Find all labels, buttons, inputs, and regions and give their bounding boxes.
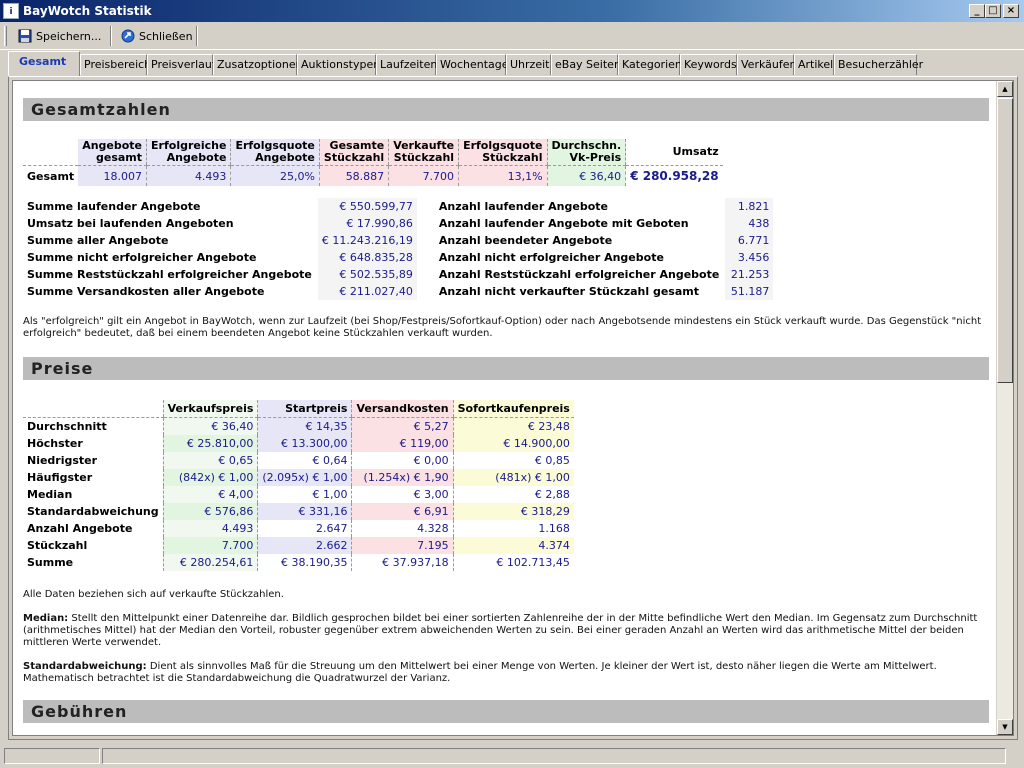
tab-artikel[interactable]: Artikel xyxy=(794,54,834,75)
table-row: Anzahl nicht verkaufter Stückzahl gesamt… xyxy=(435,283,774,300)
table-row: Durchschnitt € 36,40 € 14,35 € 5,27 € 23,48 xyxy=(23,417,574,435)
status-bar xyxy=(0,745,1024,768)
close-label: Schließen xyxy=(139,29,193,43)
toolbar-separator xyxy=(110,26,112,46)
table-row: Summe Versandkosten aller Angebote € 211.… xyxy=(23,283,417,300)
table-cell: 7.700 xyxy=(388,165,459,186)
col-header: Startpreis xyxy=(257,400,352,418)
section-header-gesamtzahlen: Gesamtzahlen xyxy=(23,98,989,121)
table-row: Summe laufender Angebote € 550.599,77 xyxy=(23,198,417,215)
col-header: Durchschn. Vk-Preis xyxy=(546,139,626,166)
status-pane xyxy=(102,748,1006,764)
table-row: Gesamt 18.007 4.493 25,0% 58.887 7.700 1… xyxy=(23,165,723,186)
table-row: Höchster € 25.810,00 € 13.300,00 € 119,00 € … xyxy=(23,434,574,452)
row-label: Gesamt xyxy=(27,169,75,183)
preise-table: Verkaufspreis Startpreis Versandkosten S… xyxy=(23,400,574,571)
tab-content: Gesamtzahlen Angebote gesamt Erfolgreiche… xyxy=(8,76,1018,740)
tab-laufzeiten[interactable]: Laufzeiten xyxy=(376,54,437,75)
save-icon xyxy=(18,29,32,43)
report-document: Gesamtzahlen Angebote gesamt Erfolgreiche… xyxy=(23,98,989,723)
tab-wochentage[interactable]: Wochentage xyxy=(436,54,509,75)
col-header: Gesamte Stückzahl xyxy=(318,139,389,166)
col-header: Versandkosten xyxy=(351,400,454,418)
note-median: Median: Stellt den Mittelpunkt einer Dat… xyxy=(23,612,978,648)
tab-keywords[interactable]: Keywords xyxy=(680,54,737,75)
table-row: Anzahl laufender Angebote 1.821 xyxy=(435,198,774,215)
tab-besucherzaehler[interactable]: Besucherzähler xyxy=(834,54,923,75)
tab-uhrzeit[interactable]: Uhrzeit xyxy=(506,54,551,75)
summary-block: Summe laufender Angebote € 550.599,77 Ums… xyxy=(23,198,989,300)
app-icon: i xyxy=(3,3,19,19)
tab-preisverlauf[interactable]: Preisverlauf xyxy=(147,54,216,75)
status-pane xyxy=(4,748,100,764)
table-row: Anzahl Reststückzahl erfolgreicher Angeb… xyxy=(435,266,774,283)
gesamt-table: Angebote gesamt Erfolgreiche Angebote Erfo… xyxy=(23,139,723,186)
sums-right-table: Anzahl laufender Angebote 1.821 Anzahl la… xyxy=(435,198,774,300)
table-row: Median € 4,00 € 1,00 € 3,00 € 2,88 xyxy=(23,485,574,503)
tab-verkaeufer[interactable]: Verkäufer xyxy=(737,54,794,75)
tab-preisbereich[interactable]: Preisbereich xyxy=(80,54,151,75)
toolbar-grip xyxy=(4,26,7,46)
table-cell: 13,1% xyxy=(458,165,548,186)
minimize-button[interactable]: _ xyxy=(969,4,985,18)
table-row: Umsatz bei laufenden Angeboten € 17.990,8… xyxy=(23,215,417,232)
save-label: Speichern... xyxy=(36,29,102,43)
close-arrow-icon xyxy=(121,29,135,43)
tab-zusatzoptionen[interactable]: Zusatzoptionen xyxy=(213,54,303,75)
table-row: Häufigster (842x) € 1,00 (2.095x) € 1,00 (1… xyxy=(23,468,574,486)
title-bar: i BayWotch Statistik _ □ × xyxy=(0,0,1024,22)
col-header: Angebote gesamt xyxy=(78,139,147,166)
toolbar-separator xyxy=(196,26,198,46)
tab-kategorien[interactable]: Kategorien xyxy=(618,54,682,75)
table-cell: 18.007 xyxy=(78,165,147,186)
table-row: Anzahl Angebote 4.493 2.647 4.328 1.168 xyxy=(23,519,574,537)
note-erfolgreich: Als "erfolgreich" gilt ein Angebot in Ba… xyxy=(23,316,982,339)
col-header: Erfolgsquote Stückzahl xyxy=(458,139,548,166)
maximize-button[interactable]: □ xyxy=(985,4,1001,18)
toolbar: Speichern... Schließen xyxy=(0,22,1024,50)
table-row: Anzahl nicht erfolgreicher Angebote 3.456 xyxy=(435,249,774,266)
scroll-thumb[interactable] xyxy=(997,98,1013,383)
col-header: Verkaufte Stückzahl xyxy=(388,139,459,166)
col-header: Erfolgsquote Angebote xyxy=(230,139,320,166)
note-verkaufte: Alle Daten beziehen sich auf verkaufte S… xyxy=(23,588,284,600)
table-row: Summe nicht erfolgreicher Angebote € 648.… xyxy=(23,249,417,266)
col-header: Verkaufspreis xyxy=(162,400,258,418)
tab-ebay-seiten[interactable]: eBay Seiten xyxy=(551,54,621,75)
close-window-button[interactable]: × xyxy=(1003,4,1019,18)
table-row: Niedrigster € 0,65 € 0,64 € 0,00 € 0,85 xyxy=(23,451,574,469)
table-row: Anzahl laufender Angebote mit Geboten 438 xyxy=(435,215,774,232)
tab-bar: Gesamt Preisbereich Preisverlauf Zusatzo… xyxy=(0,50,1024,76)
table-cell: 25,0% xyxy=(230,165,320,186)
table-row: Summe € 280.254,61 € 38.190,35 € 37.937,18 €… xyxy=(23,553,574,571)
table-cell: 4.493 xyxy=(146,165,231,186)
col-header: Sofortkaufenpreis xyxy=(452,400,574,418)
window-title: BayWotch Statistik xyxy=(23,4,152,18)
table-cell: 58.887 xyxy=(318,165,389,186)
scroll-up-arrow-icon[interactable]: ▲ xyxy=(997,81,1013,97)
save-button[interactable]: Speichern... xyxy=(18,26,101,46)
total-revenue: € 280.958,28 xyxy=(625,165,723,186)
report-view: Gesamtzahlen Angebote gesamt Erfolgreiche… xyxy=(12,80,1014,736)
col-header: Umsatz xyxy=(625,139,723,166)
sums-left-table: Summe laufender Angebote € 550.599,77 Ums… xyxy=(23,198,417,300)
tab-gesamt[interactable]: Gesamt xyxy=(8,51,80,76)
tab-auktionstypen[interactable]: Auktionstypen xyxy=(297,54,380,75)
scroll-down-arrow-icon[interactable]: ▼ xyxy=(997,719,1013,735)
col-header: Erfolgreiche Angebote xyxy=(146,139,231,166)
table-row: Standardabweichung € 576,86 € 331,16 € 6,91… xyxy=(23,502,574,520)
table-cell: € 36,40 xyxy=(546,165,626,186)
table-row: Anzahl beendeter Angebote 6.771 xyxy=(435,232,774,249)
section-header-preise: Preise xyxy=(23,357,989,380)
table-row: Summe Reststückzahl erfolgreicher Angebo… xyxy=(23,266,417,283)
note-standardabweichung: Standardabweichung: Dient als sinnvolles… xyxy=(23,660,937,684)
table-row: Summe aller Angebote € 11.243.216,19 xyxy=(23,232,417,249)
table-row: Stückzahl 7.700 2.662 7.195 4.374 xyxy=(23,536,574,554)
section-header-gebuehren: Gebühren xyxy=(23,699,989,723)
vertical-scrollbar[interactable]: ▲ ▼ xyxy=(996,81,1013,735)
close-button[interactable]: Schließen xyxy=(121,26,193,46)
